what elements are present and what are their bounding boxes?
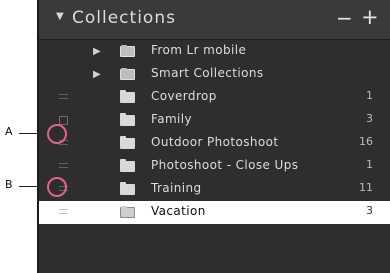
photo-count: 16: [359, 135, 373, 148]
photo-count: 3: [366, 204, 373, 217]
collection-row[interactable]: Training 11: [39, 178, 390, 201]
photo-count: 3: [366, 112, 373, 125]
collection-icon: [120, 90, 135, 103]
collection-label: Outdoor Photoshoot: [151, 135, 279, 149]
collection-row-selected[interactable]: Vacation 3: [39, 201, 390, 224]
collection-set-row[interactable]: ▶ Smart Collections: [39, 63, 390, 86]
collection-label: Vacation: [151, 204, 206, 218]
remove-collection-button[interactable]: −: [336, 6, 353, 30]
collection-icon: [120, 206, 135, 218]
collection-row[interactable]: Coverdrop 1: [39, 86, 390, 109]
collection-row[interactable]: Outdoor Photoshoot 16: [39, 132, 390, 155]
triangle-right-icon[interactable]: ▶: [93, 46, 101, 57]
collection-icon: [120, 182, 135, 195]
triangle-right-icon[interactable]: ▶: [93, 69, 101, 80]
callout-b: B: [5, 178, 13, 191]
collection-label: From Lr mobile: [151, 43, 247, 57]
callout-a-ring: [47, 124, 67, 144]
triangle-down-icon[interactable]: ▼: [56, 11, 64, 22]
collections-list: ▶ From Lr mobile ▶ Smart Collections Cov…: [39, 40, 390, 224]
collection-label: Smart Collections: [151, 66, 264, 80]
collection-label: Photoshoot - Close Ups: [151, 158, 299, 172]
collection-label: Coverdrop: [151, 89, 217, 103]
collection-set-icon: [120, 45, 135, 57]
sync-icon[interactable]: [59, 209, 68, 214]
panel-header[interactable]: ▼ Collections − +: [39, 0, 390, 40]
sync-icon[interactable]: [59, 94, 68, 99]
collection-row[interactable]: Photoshoot - Close Ups 1: [39, 155, 390, 178]
photo-count: 11: [359, 181, 373, 194]
collection-row[interactable]: Family 3: [39, 109, 390, 132]
photo-count: 1: [366, 89, 373, 102]
photo-count: 1: [366, 158, 373, 171]
collection-icon: [120, 113, 135, 126]
callout-a: A: [5, 125, 13, 138]
collections-panel: ▼ Collections − + ▶ From Lr mobile ▶ Sma…: [37, 0, 390, 273]
sync-icon[interactable]: [59, 163, 68, 168]
panel-title: Collections: [72, 8, 176, 28]
add-collection-button[interactable]: +: [361, 5, 379, 29]
collection-icon: [120, 159, 135, 172]
collection-set-icon: [120, 68, 135, 80]
callout-b-ring: [47, 177, 67, 197]
collection-label: Training: [151, 181, 202, 195]
collection-set-row[interactable]: ▶ From Lr mobile: [39, 40, 390, 63]
collection-label: Family: [151, 112, 193, 126]
collection-icon: [120, 136, 135, 149]
